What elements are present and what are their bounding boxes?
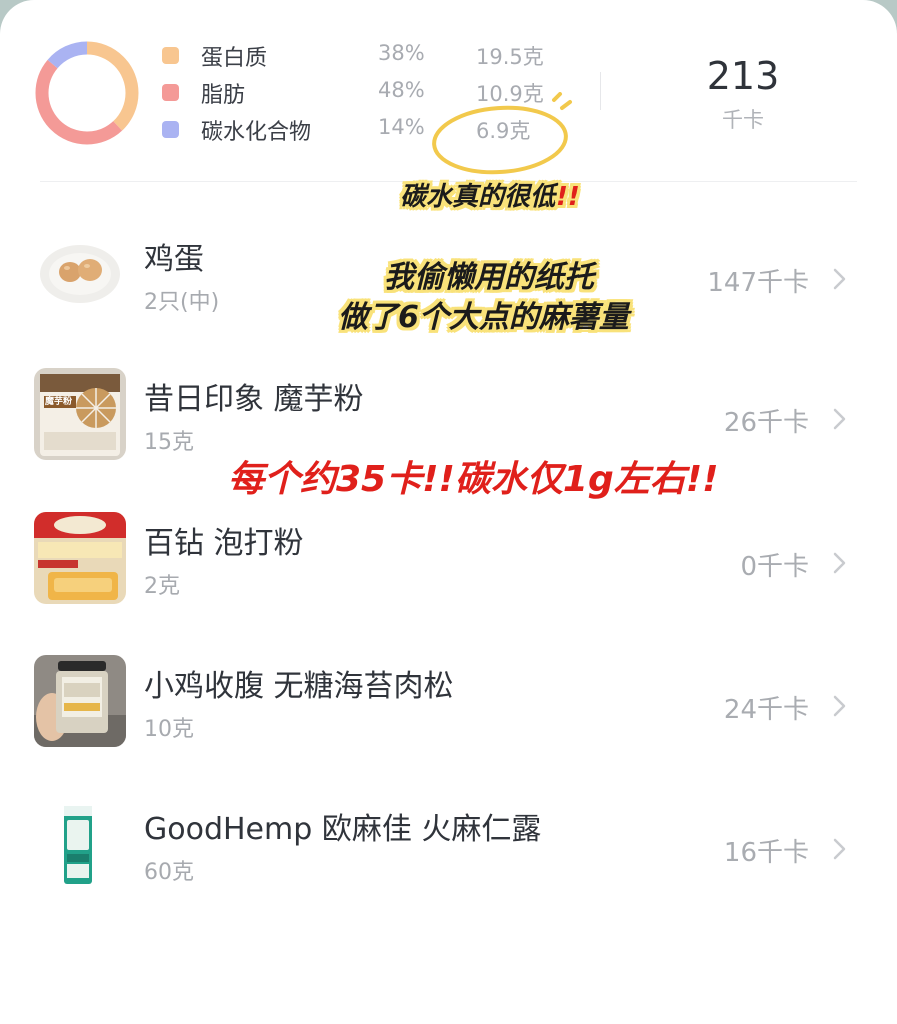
food-calories: 0千卡 — [740, 552, 809, 582]
food-item-hemp-milk[interactable]: GoodHemp 欧麻佳 火麻仁露 60克 16千卡 — [0, 798, 897, 918]
macro-name: 蛋白质 — [201, 46, 268, 71]
food-name: 昔日印象 魔芋粉 — [144, 382, 364, 417]
chevron-right-icon — [833, 268, 846, 290]
food-quantity: 10克 — [144, 717, 194, 742]
carb-low-annotation: 碳水真的很低!! — [400, 176, 580, 213]
food-calories: 24千卡 — [723, 695, 809, 725]
food-name: 鸡蛋 — [144, 242, 204, 277]
food-name: GoodHemp 欧麻佳 火麻仁露 — [144, 812, 542, 847]
carbs-color-dot — [162, 121, 179, 138]
macro-name: 脂肪 — [201, 83, 246, 108]
macro-name: 碳水化合物 — [201, 120, 312, 145]
food-calories: 26千卡 — [723, 408, 809, 438]
hemp-milk-carton-icon — [34, 798, 126, 890]
egg-plate-icon — [34, 228, 126, 320]
macro-grams: 19.5克 — [476, 45, 544, 69]
macro-percent: 38% — [378, 41, 425, 65]
food-calories: 16千卡 — [723, 838, 809, 868]
fat-color-dot — [162, 84, 179, 101]
food-quantity: 2克 — [144, 574, 180, 599]
macro-row-protein: 蛋白质 38% 19.5克 — [160, 38, 580, 75]
baking-powder-package-icon — [34, 512, 126, 604]
package-label: 魔芋粉 — [45, 397, 73, 407]
food-quantity: 60克 — [144, 860, 194, 885]
hand-drawn-circle-icon — [432, 92, 572, 175]
meat-floss-jar-icon — [34, 655, 126, 747]
macro-percent: 48% — [378, 78, 425, 102]
food-name: 百钻 泡打粉 — [144, 526, 304, 561]
food-item-meat-floss[interactable]: 小鸡收腹 无糖海苔肉松 10克 24千卡 — [0, 655, 897, 775]
food-name: 小鸡收腹 无糖海苔肉松 — [144, 669, 454, 704]
chevron-right-icon — [833, 552, 846, 574]
food-item-baking-powder[interactable]: 百钻 泡打粉 2克 0千卡 — [0, 512, 897, 632]
mold-annotation-line1: 我偷懒用的纸托 — [384, 260, 594, 295]
carb-note-text: 碳水真的很低 — [400, 182, 557, 212]
total-calories: 213 — [706, 54, 780, 98]
konjac-flour-package-icon: 魔芋粉 — [34, 368, 126, 460]
mold-annotation-line2: 做了6个大点的麻薯量 — [338, 300, 629, 335]
macro-percent: 14% — [378, 115, 425, 139]
carb-note-exclamation: !! — [556, 182, 580, 212]
food-quantity: 2只(中) — [144, 290, 220, 315]
food-quantity: 15克 — [144, 430, 194, 455]
chevron-right-icon — [833, 695, 846, 717]
food-calories: 147千卡 — [707, 268, 809, 298]
chevron-right-icon — [833, 408, 846, 430]
protein-color-dot — [162, 47, 179, 64]
chevron-right-icon — [833, 838, 846, 860]
calorie-annotation: 每个约35卡!!碳水仅1g左右!! — [228, 459, 719, 500]
meal-detail-card: 蛋白质 38% 19.5克 脂肪 48% 10.9克 碳水化合物 14% 6.9… — [0, 0, 897, 1024]
macro-donut-chart — [35, 41, 139, 145]
summary-divider — [600, 72, 601, 110]
total-calories-unit: 千卡 — [722, 108, 764, 132]
